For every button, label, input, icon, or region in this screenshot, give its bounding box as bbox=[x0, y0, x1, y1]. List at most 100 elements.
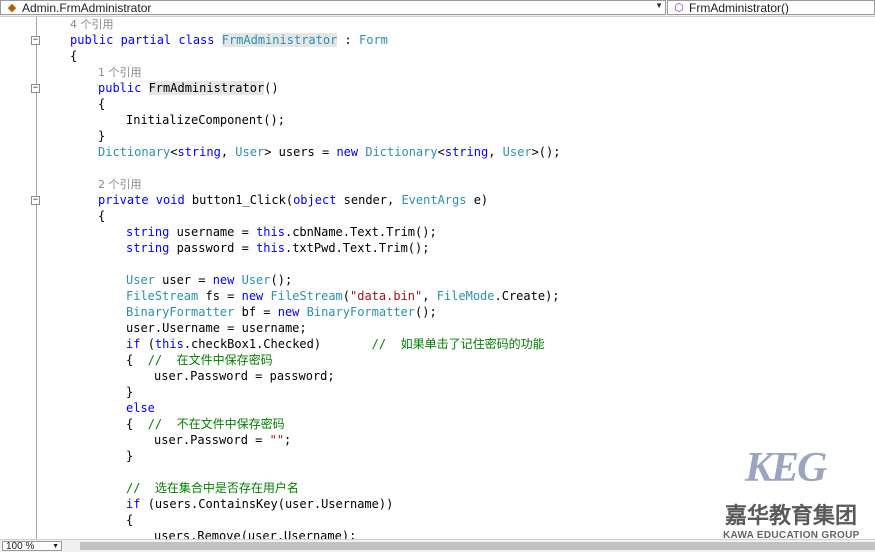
code-line[interactable] bbox=[0, 160, 875, 176]
code-token: (); bbox=[415, 305, 437, 319]
code-token: e) bbox=[473, 193, 489, 207]
code-line[interactable]: BinaryFormatter bf = new BinaryFormatter… bbox=[0, 304, 875, 320]
code-token: , bbox=[488, 145, 503, 159]
code-token: , bbox=[422, 289, 437, 303]
code-token: this bbox=[256, 225, 285, 239]
code-text: string password = this.txtPwd.Text.Trim(… bbox=[126, 240, 429, 256]
code-token: FrmAdministrator bbox=[148, 81, 265, 95]
code-line[interactable]: if (this.checkBox1.Checked) // 如果单击了记住密码… bbox=[0, 336, 875, 352]
code-token: // 如果单击了记住密码的功能 bbox=[371, 337, 545, 351]
watermark-logo: KEG bbox=[745, 445, 827, 491]
code-token: password = bbox=[176, 241, 257, 255]
code-line[interactable]: FileStream fs = new FileStream("data.bin… bbox=[0, 288, 875, 304]
code-line[interactable]: − private void button1_Click(object sende… bbox=[0, 192, 875, 208]
navigation-bar: ◆ Admin.FrmAdministrator ▼ ⬡ FrmAdminist… bbox=[0, 0, 875, 17]
code-token: ; bbox=[284, 433, 292, 447]
code-token: } bbox=[126, 449, 134, 463]
code-text: string username = this.cbnName.Text.Trim… bbox=[126, 224, 437, 240]
code-token: user.Username = username; bbox=[126, 321, 307, 335]
code-token: } bbox=[98, 129, 106, 143]
code-token: Dictionary bbox=[98, 145, 171, 159]
code-token: EventArgs bbox=[401, 193, 474, 207]
code-token: string bbox=[177, 145, 221, 159]
code-text: else bbox=[126, 400, 155, 416]
code-token: FileStream bbox=[126, 289, 206, 303]
code-token: User bbox=[235, 145, 265, 159]
code-token: // 选在集合中是否存在用户名 bbox=[126, 481, 299, 495]
collapse-icon[interactable]: − bbox=[31, 196, 40, 205]
member-dropdown[interactable]: ⬡ FrmAdministrator() bbox=[667, 0, 875, 15]
code-line[interactable]: { bbox=[0, 96, 875, 112]
code-token: string bbox=[444, 145, 489, 159]
code-text: { bbox=[98, 96, 105, 112]
code-text: user.Username = username; bbox=[126, 320, 307, 336]
code-token: < bbox=[437, 145, 445, 159]
collapse-icon[interactable]: − bbox=[31, 84, 40, 93]
code-token: if bbox=[126, 497, 148, 511]
code-token: > users = bbox=[264, 145, 337, 159]
code-line[interactable]: { // 在文件中保存密码 bbox=[0, 352, 875, 368]
code-line[interactable]: } bbox=[0, 384, 875, 400]
code-line[interactable]: 4 个引用 bbox=[0, 17, 875, 32]
code-line[interactable]: { bbox=[0, 48, 875, 64]
code-text: 4 个引用 bbox=[70, 17, 114, 33]
codelens-reference-count[interactable]: 1 个引用 bbox=[98, 66, 142, 79]
code-token: private void bbox=[98, 193, 192, 207]
code-token: sender, bbox=[343, 193, 402, 207]
code-line[interactable] bbox=[0, 256, 875, 272]
code-token: string bbox=[126, 241, 177, 255]
code-line[interactable]: InitializeComponent(); bbox=[0, 112, 875, 128]
code-text: } bbox=[126, 384, 133, 400]
code-text: { // 不在文件中保存密码 bbox=[126, 416, 285, 432]
code-text: users.Remove(user.Username); bbox=[154, 528, 356, 539]
code-token: Form bbox=[359, 33, 388, 47]
code-line[interactable]: 2 个引用 bbox=[0, 176, 875, 192]
class-dropdown-value: Admin.FrmAdministrator bbox=[22, 0, 152, 15]
code-token: .txtPwd.Text.Trim(); bbox=[284, 241, 430, 255]
code-text: } bbox=[126, 448, 133, 464]
code-token: bf = bbox=[241, 305, 278, 319]
chevron-down-icon[interactable]: ▼ bbox=[655, 1, 663, 10]
code-text: User user = new User(); bbox=[126, 272, 292, 288]
code-token: .checkBox1.Checked) bbox=[183, 337, 372, 351]
class-dropdown[interactable]: ◆ Admin.FrmAdministrator ▼ bbox=[0, 0, 666, 15]
code-text: user.Password = password; bbox=[154, 368, 335, 384]
code-line[interactable]: 1 个引用 bbox=[0, 64, 875, 80]
code-text: if (this.checkBox1.Checked) // 如果单击了记住密码… bbox=[126, 336, 545, 352]
code-text: } bbox=[98, 128, 105, 144]
code-token: else bbox=[126, 401, 155, 415]
code-token: if bbox=[126, 337, 148, 351]
codelens-reference-count[interactable]: 2 个引用 bbox=[98, 178, 142, 191]
zoom-dropdown[interactable]: 100 % ▼ bbox=[2, 541, 62, 552]
zoom-level: 100 % bbox=[6, 541, 35, 552]
collapse-icon[interactable]: − bbox=[31, 36, 40, 45]
code-token: (users.ContainsKey(user.Username)) bbox=[147, 497, 394, 511]
code-line[interactable]: user.Username = username; bbox=[0, 320, 875, 336]
code-token: // 不在文件中保存密码 bbox=[147, 417, 285, 431]
code-line[interactable]: Dictionary<string, User> users = new Dic… bbox=[0, 144, 875, 160]
code-token: public partial class bbox=[70, 33, 222, 47]
code-line[interactable]: − public partial class FrmAdministrator :… bbox=[0, 32, 875, 48]
watermark: KEG 嘉华教育集团 KAWA EDUCATION GROUP bbox=[720, 444, 875, 544]
code-line[interactable]: user.Password = password; bbox=[0, 368, 875, 384]
code-line[interactable]: { // 不在文件中保存密码 bbox=[0, 416, 875, 432]
code-token: .cbnName.Text.Trim(); bbox=[284, 225, 437, 239]
code-token: User bbox=[126, 273, 163, 287]
code-token: User bbox=[502, 145, 532, 159]
code-token: () bbox=[264, 81, 279, 95]
code-line[interactable]: string username = this.cbnName.Text.Trim… bbox=[0, 224, 875, 240]
code-line[interactable]: User user = new User(); bbox=[0, 272, 875, 288]
code-line[interactable]: string password = this.txtPwd.Text.Trim(… bbox=[0, 240, 875, 256]
code-text: // 选在集合中是否存在用户名 bbox=[126, 480, 299, 496]
code-token: // 在文件中保存密码 bbox=[147, 353, 273, 367]
codelens-reference-count[interactable]: 4 个引用 bbox=[70, 18, 114, 31]
code-token: ( bbox=[342, 289, 350, 303]
code-token: FileStream bbox=[270, 289, 343, 303]
code-line[interactable]: − public FrmAdministrator() bbox=[0, 80, 875, 96]
code-line[interactable]: } bbox=[0, 128, 875, 144]
code-line[interactable]: else bbox=[0, 400, 875, 416]
code-text: if (users.ContainsKey(user.Username)) bbox=[126, 496, 393, 512]
code-line[interactable]: { bbox=[0, 208, 875, 224]
chevron-down-icon[interactable]: ▼ bbox=[52, 542, 59, 551]
code-token: InitializeComponent(); bbox=[126, 113, 285, 127]
